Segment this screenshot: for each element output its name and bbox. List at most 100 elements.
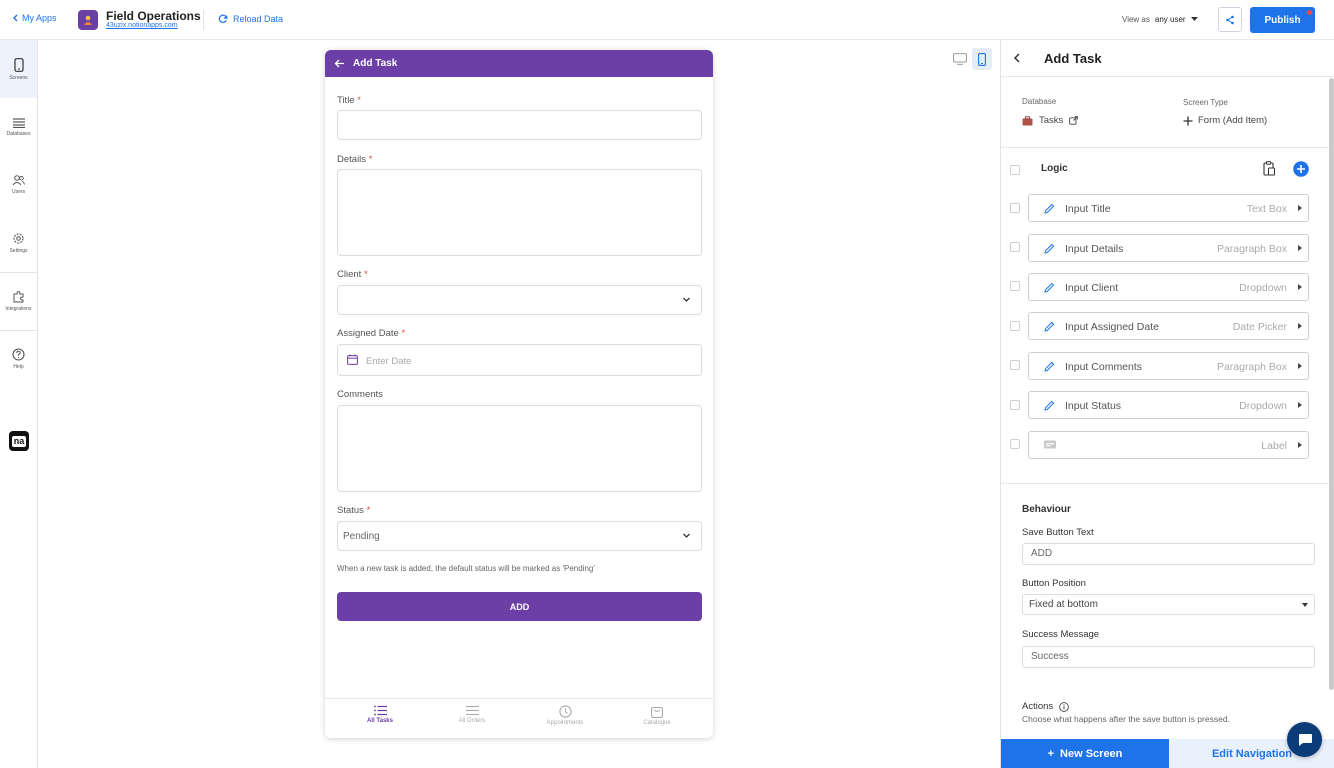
component-row-input-title[interactable]: Input Title Text Box [1028,194,1309,222]
component-type: Text Box [1246,203,1287,215]
reload-data-label: Reload Data [233,14,284,24]
component-row-input-assigned-date[interactable]: Input Assigned Date Date Picker [1028,312,1309,340]
client-dropdown[interactable] [337,285,702,315]
sidebar-item-integrations[interactable]: Integrations [0,272,37,330]
success-message-input[interactable]: Success [1022,646,1315,668]
sidebar-item-help[interactable]: Help [0,330,37,388]
status-dropdown[interactable]: Pending [337,521,702,551]
component-row-input-status[interactable]: Input Status Dropdown [1028,391,1309,419]
assigned-date-input[interactable]: Enter Date [337,344,702,376]
component-row-input-client[interactable]: Input Client Dropdown [1028,273,1309,301]
publish-button[interactable]: Publish [1250,7,1315,33]
behaviour-heading: Behaviour [1022,504,1071,515]
panel-title: Add Task [1044,51,1102,66]
puzzle-icon [13,290,24,303]
calendar-icon [347,354,358,365]
logo-text: na [11,435,27,447]
success-message-label: Success Message [1022,629,1100,640]
my-apps-link[interactable]: My Apps [12,13,57,23]
gear-icon [13,233,24,244]
tab-label: Catalogue [643,720,671,726]
actions-label-text: Actions [1022,701,1054,712]
add-component-icon[interactable] [1293,161,1309,177]
component-checkbox[interactable] [1010,321,1020,331]
database-name: Tasks [1039,115,1064,126]
tab-label: All Orders [458,718,486,724]
caret-right-icon [1298,363,1302,369]
label-icon [1044,440,1056,449]
component-name: Input Status [1065,400,1122,412]
component-checkbox[interactable] [1010,439,1020,449]
tab-all-tasks[interactable]: All Tasks [340,705,420,724]
logic-checkbox[interactable] [1010,165,1020,175]
component-row-label[interactable]: Label [1028,431,1309,459]
phone-icon [978,52,986,66]
caret-right-icon [1298,442,1302,448]
share-button[interactable] [1218,7,1242,32]
comments-textarea[interactable] [337,405,702,492]
chevron-left-icon[interactable] [1013,53,1021,63]
panel-divider [1001,147,1334,148]
briefcase-icon [1022,115,1033,125]
status-field-label: Status * [337,505,370,516]
device-toggle [950,48,992,70]
pencil-icon [1044,203,1055,214]
sidebar-item-settings[interactable]: Settings [0,214,37,272]
component-row-input-comments[interactable]: Input Comments Paragraph Box [1028,352,1309,380]
status-hint: When a new task is added, the default st… [337,564,595,573]
pencil-icon [1044,282,1055,293]
properties-panel: Add Task Database Tasks Screen Type Form… [1000,40,1334,768]
required-mark: * [366,505,371,516]
view-as-prefix: View as [1122,15,1150,24]
caret-right-icon [1298,323,1302,329]
sidebar-item-users[interactable]: Users [0,156,37,214]
caret-right-icon [1298,402,1302,408]
app-url-link[interactable]: 43uzix.notionapps.com [106,22,178,29]
title-field-label: Title * [337,95,361,106]
title-label-text: Title [337,95,355,106]
details-textarea[interactable] [337,169,702,256]
reload-data-button[interactable]: Reload Data [218,14,283,24]
sidebar-item-screens[interactable]: Screens [0,40,37,98]
users-icon [12,175,25,186]
view-as-value: any user [1154,15,1186,24]
mobile-view-button[interactable] [972,48,992,70]
caret-down-icon [1302,603,1308,607]
required-mark: * [363,269,368,280]
phone-header-title: Add Task [353,58,398,69]
view-as-dropdown[interactable]: View as any user [1122,15,1198,24]
status-value: Pending [343,531,380,542]
sidebar-label-screens: Screens [9,74,28,81]
component-checkbox[interactable] [1010,203,1020,213]
new-screen-button[interactable]: + New Screen [1001,739,1169,768]
panel-scrollbar[interactable] [1329,78,1334,690]
list-icon [12,117,25,128]
sidebar-label-help: Help [13,364,24,370]
external-link-icon[interactable] [1069,116,1079,125]
paste-icon[interactable] [1263,161,1276,176]
component-checkbox[interactable] [1010,400,1020,410]
tab-catalogue[interactable]: Catalogue [617,705,697,726]
add-button[interactable]: ADD [337,592,702,621]
desktop-view-button[interactable] [950,48,970,70]
tab-appointments[interactable]: Appointments [525,705,605,726]
save-button-text-input[interactable]: ADD [1022,543,1315,565]
canvas-area: Add Task Title * Details * Client * Assi… [38,40,1000,768]
app-name: Field Operations [106,9,201,23]
person-icon [84,15,92,25]
info-icon[interactable] [1059,701,1070,712]
title-input[interactable] [337,110,702,140]
clock-icon [558,705,572,718]
sidebar-item-databases[interactable]: Databases [0,98,37,156]
screen-type-value: Form (Add Item) [1183,115,1267,126]
component-checkbox[interactable] [1010,242,1020,252]
component-checkbox[interactable] [1010,360,1020,370]
tab-all-orders[interactable]: All Orders [432,705,512,724]
phone-icon [13,57,24,72]
component-row-input-details[interactable]: Input Details Paragraph Box [1028,234,1309,262]
back-arrow-icon[interactable] [334,59,345,68]
component-checkbox[interactable] [1010,281,1020,291]
button-position-select[interactable]: Fixed at bottom [1022,594,1315,615]
chat-support-button[interactable] [1287,722,1322,757]
publish-label: Publish [1264,14,1301,26]
